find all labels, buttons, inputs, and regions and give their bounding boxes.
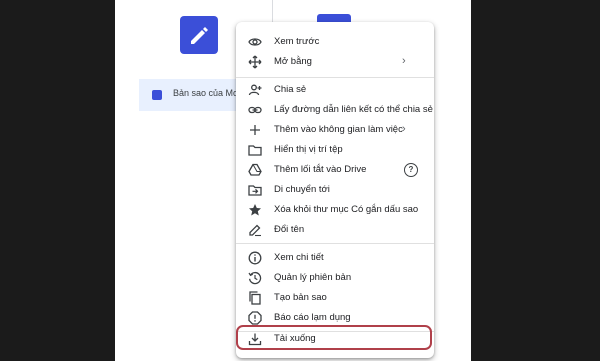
menu-item-label: Lấy đường dẫn liên kết có thể chia sẻ — [274, 104, 433, 115]
pencil-thumbnail-icon — [191, 27, 208, 44]
menu-item-label: Chia sẻ — [274, 84, 307, 95]
menu-item-get-link[interactable]: Lấy đường dẫn liên kết có thể chia sẻ — [236, 100, 434, 120]
menu-item-view-details[interactable]: Xem chi tiết — [236, 248, 434, 268]
star-icon — [248, 203, 262, 217]
menu-item-label: Tạo bản sao — [274, 292, 327, 303]
file-type-icon — [152, 90, 162, 100]
pencil-icon — [248, 223, 262, 237]
menu-divider — [236, 77, 434, 78]
file-card-divider — [272, 0, 273, 22]
info-icon — [248, 251, 262, 265]
folder-icon — [248, 143, 262, 157]
plus-icon — [248, 123, 262, 137]
context-menu: Xem trước Mở bằng › Chia sẻ Lấy đường dẫ… — [236, 22, 434, 358]
help-icon[interactable]: ? — [404, 163, 418, 177]
file-thumbnail[interactable] — [180, 16, 218, 54]
menu-item-label: Xem chi tiết — [274, 252, 324, 263]
menu-item-manage-versions[interactable]: Quản lý phiên bản — [236, 268, 434, 288]
move-to-folder-icon — [248, 183, 262, 197]
move-icon — [248, 55, 262, 69]
menu-item-label: Di chuyển tới — [274, 184, 330, 195]
menu-item-make-copy[interactable]: Tạo bản sao — [236, 288, 434, 308]
menu-item-label: Xóa khỏi thư mục Có gắn dấu sao — [274, 204, 419, 215]
menu-item-preview[interactable]: Xem trước — [236, 32, 434, 52]
history-icon — [248, 271, 262, 285]
menu-item-label: Xem trước — [274, 36, 320, 47]
link-icon — [248, 103, 262, 117]
menu-item-show-location[interactable]: Hiển thị vị trí tệp — [236, 140, 434, 160]
menu-item-rename[interactable]: Đổi tên — [236, 220, 434, 240]
menu-item-add-to-workspace[interactable]: Thêm vào không gian làm việc › — [236, 120, 434, 140]
report-icon — [248, 311, 262, 325]
menu-item-label: Đổi tên — [274, 224, 305, 235]
menu-item-label: Báo cáo lạm dụng — [274, 312, 351, 323]
menu-item-remove-starred[interactable]: Xóa khỏi thư mục Có gắn dấu sao — [236, 200, 434, 220]
file-name: Bản sao của Moji — [173, 88, 243, 98]
person-add-icon — [248, 83, 262, 97]
drive-shortcut-icon — [248, 163, 262, 177]
menu-item-open-with[interactable]: Mở bằng › — [236, 52, 434, 72]
menu-item-move-to[interactable]: Di chuyển tới — [236, 180, 434, 200]
menu-item-label: Quản lý phiên bản — [274, 272, 352, 283]
copy-icon — [248, 291, 262, 305]
chevron-right-icon: › — [402, 55, 406, 67]
menu-item-label: Hiển thị vị trí tệp — [274, 144, 343, 155]
menu-item-add-shortcut[interactable]: Thêm lối tắt vào Drive ? — [236, 160, 434, 180]
file-thumbnail-2[interactable] — [317, 14, 351, 22]
eye-icon — [248, 35, 262, 49]
menu-item-share[interactable]: Chia sẻ — [236, 80, 434, 100]
menu-item-label: Thêm vào không gian làm việc — [274, 124, 403, 135]
chevron-right-icon: › — [402, 123, 406, 135]
menu-item-label: Thêm lối tắt vào Drive — [274, 164, 367, 175]
menu-divider — [236, 243, 434, 244]
menu-item-label: Mở bằng — [274, 56, 312, 67]
download-highlight-outline — [236, 325, 432, 350]
